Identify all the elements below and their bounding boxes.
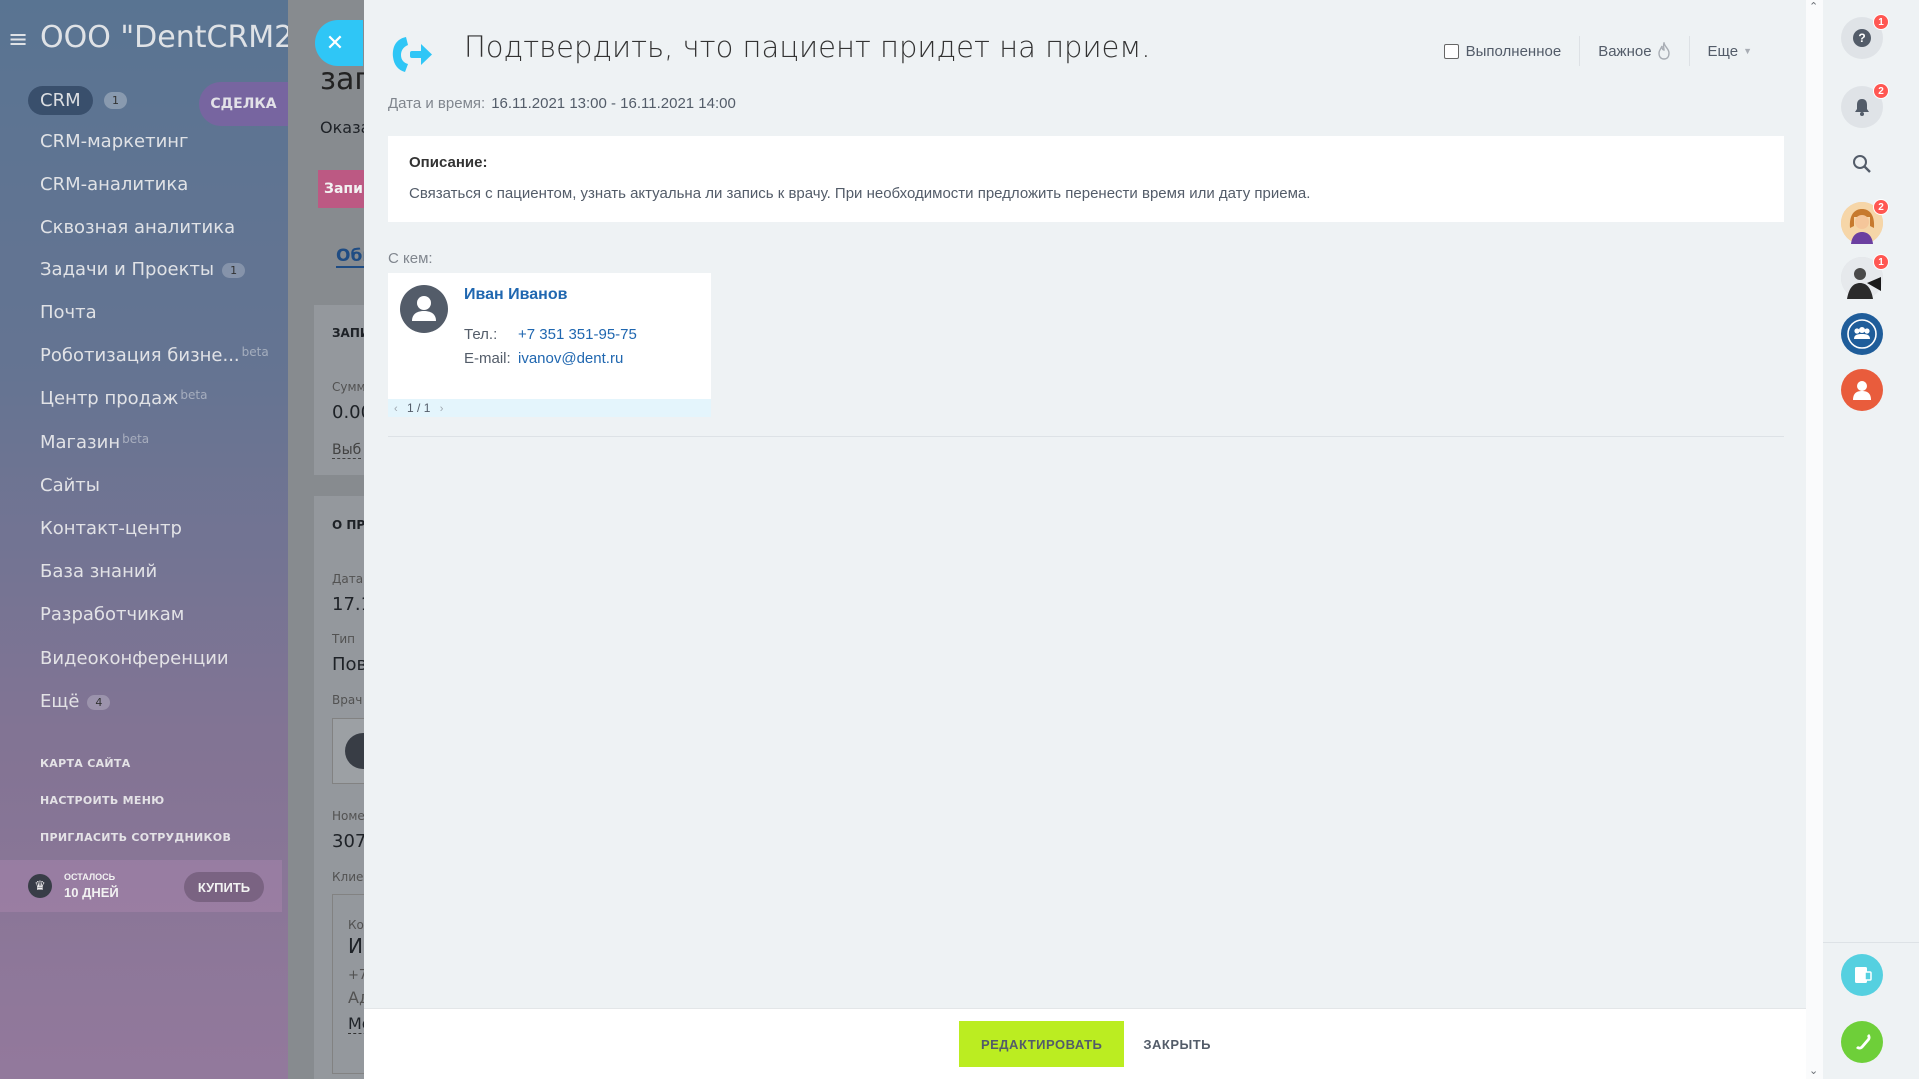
email-link[interactable]: ivanov@dent.ru (518, 350, 623, 367)
avatar[interactable] (400, 285, 448, 333)
close-button[interactable]: ЗАКРЫТЬ (1143, 1021, 1211, 1067)
activity-slider: Подтвердить, что пациент придет на прием… (364, 0, 1806, 1079)
datetime-value: 16.11.2021 13:00 - 16.11.2021 14:00 (491, 95, 736, 112)
next-arrow-icon[interactable]: › (440, 403, 444, 415)
contact-list-button[interactable] (1841, 954, 1883, 996)
phone-link[interactable]: +7 351 351-95-75 (518, 326, 637, 343)
footer: РЕДАКТИРОВАТЬ ЗАКРЫТЬ (364, 1008, 1806, 1079)
prev-arrow-icon[interactable]: ‹ (394, 403, 398, 415)
email-label: E-mail: (464, 350, 511, 367)
search-button[interactable] (1841, 143, 1883, 185)
separator (1823, 942, 1919, 943)
contact-card: Иван Иванов Тел.: +7 351 351-95-75 E-mail… (388, 273, 711, 417)
divider (388, 436, 1784, 437)
contact-pager: ‹ 1 / 1 › (388, 399, 711, 417)
important-label: Важное (1598, 42, 1652, 60)
user2-badge: 1 (1873, 254, 1889, 270)
chevron-down-icon: ▼ (1743, 46, 1752, 56)
contact-name[interactable]: Иван Иванов (464, 286, 567, 304)
user-avatar-1[interactable]: 2 (1841, 199, 1889, 244)
help-button[interactable]: ? 1 (1841, 14, 1889, 59)
datetime: Дата и время: 16.11.2021 13:00 - 16.11.20… (388, 95, 736, 112)
user1-badge: 2 (1873, 199, 1889, 215)
more-label: Еще (1707, 42, 1739, 60)
phone-icon (1856, 1034, 1871, 1050)
phone-call-button[interactable] (1841, 1021, 1883, 1063)
profile-button[interactable] (1841, 369, 1883, 411)
group-icon (1847, 319, 1877, 349)
contact-list-icon (1855, 967, 1872, 983)
description-text: Связаться с пациентом, узнать актуальна … (409, 185, 1311, 202)
notifications-button[interactable]: 2 (1841, 83, 1889, 128)
separator (1688, 36, 1690, 66)
done-label: Выполненное (1465, 42, 1562, 60)
activity-title: Подтвердить, что пациент придет на прием… (464, 30, 1151, 64)
call-outgoing-icon (387, 30, 435, 81)
edit-button[interactable]: РЕДАКТИРОВАТЬ (958, 1021, 1125, 1067)
scroll-up-icon[interactable]: ⌃ (1809, 0, 1818, 13)
important-toggle[interactable]: Важное (1598, 42, 1670, 60)
datetime-label: Дата и время: (388, 95, 486, 112)
question-icon: ? (1853, 29, 1871, 47)
done-checkbox[interactable]: Выполненное (1443, 42, 1562, 60)
contact-info: Тел.: +7 351 351-95-75 E-mail: ivanov@dent… (464, 323, 637, 371)
slider-close-button[interactable]: ✕ (315, 20, 363, 66)
bell-icon (1855, 99, 1869, 116)
description-block: Описание: Связаться с пациентом, узнать … (388, 136, 1784, 222)
checkbox-box[interactable] (1443, 43, 1459, 59)
search-icon (1853, 155, 1871, 173)
right-panel: ? 1 2 2 1 (1823, 0, 1919, 1079)
scroll-down-icon[interactable]: ⌄ (1809, 1064, 1818, 1077)
more-menu[interactable]: Еще ▼ (1708, 43, 1752, 60)
help-badge: 1 (1873, 14, 1889, 30)
pager-text: 1 / 1 (407, 401, 431, 415)
notifications-badge: 2 (1873, 83, 1889, 99)
separator (1579, 36, 1581, 66)
header-actions: Выполненное Важное Еще ▼ (1443, 36, 1752, 66)
user-avatar-2[interactable]: 1 (1841, 254, 1889, 299)
person-icon (412, 296, 436, 321)
overlay (0, 0, 364, 1079)
group-chat-button[interactable] (1841, 313, 1883, 355)
person-icon (1853, 381, 1871, 400)
flame-icon (1657, 42, 1671, 60)
with-label: С кем: (388, 250, 433, 267)
close-icon: ✕ (325, 30, 345, 55)
scrollbar[interactable]: ⌃ ⌄ (1806, 0, 1823, 1079)
phone-label: Тел.: (464, 326, 498, 343)
description-label: Описание: (409, 154, 488, 171)
